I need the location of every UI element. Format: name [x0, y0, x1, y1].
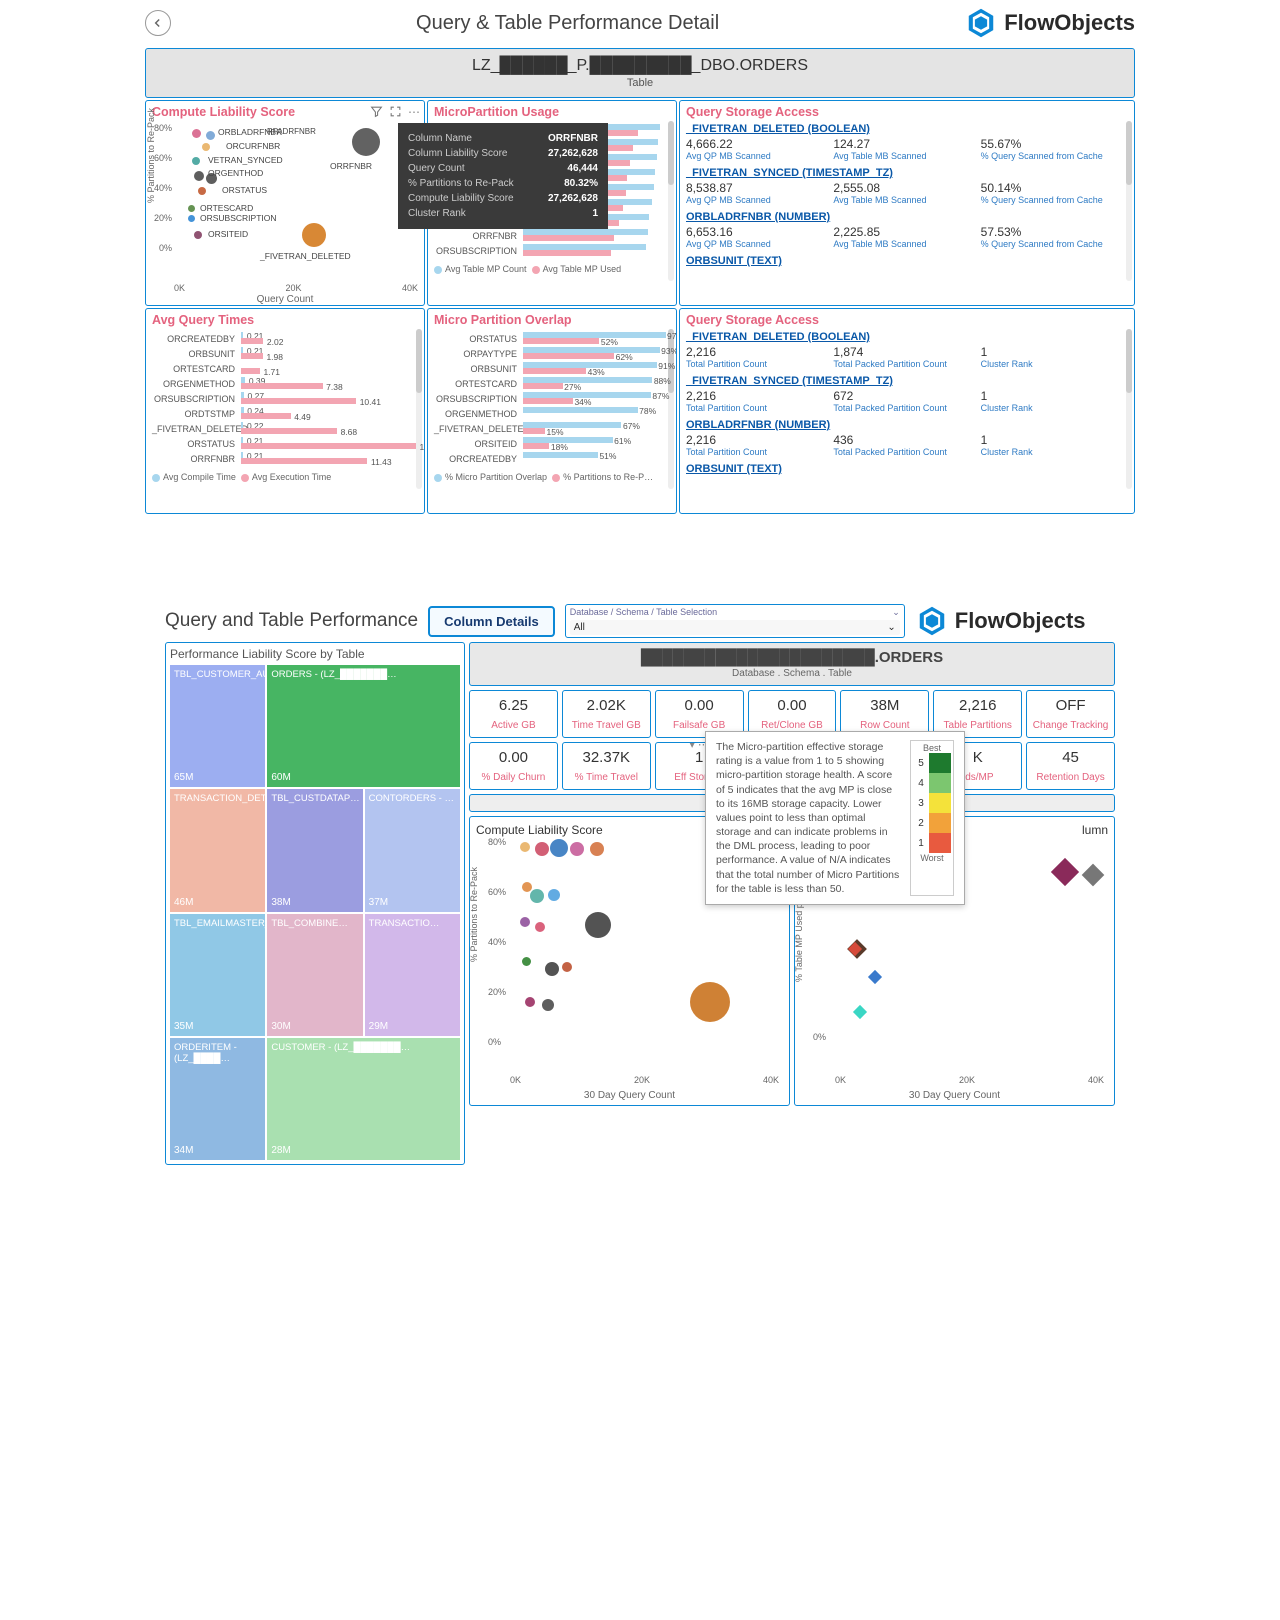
panel-title: Micro Partition Overlap — [434, 313, 670, 327]
treemap-cell[interactable]: TBL_CUSTDATAP…38M — [267, 789, 362, 911]
chart-mp-used[interactable]: lumn The Micro-partition effective stora… — [794, 816, 1115, 1106]
treemap-cell[interactable]: CUSTOMER - (LZ_███████…28M — [267, 1038, 460, 1160]
avg-times-chart[interactable]: ORCREATEDBY 0.21 2.02ORBSUNIT 0.21 1.98O… — [152, 331, 418, 466]
qsa-group-name[interactable]: _FIVETRAN_SYNCED (TIMESTAMP_TZ) — [686, 375, 1128, 387]
panel-avg-query-times: Avg Query Times ORCREATEDBY 0.21 2.02ORB… — [145, 308, 425, 514]
back-button[interactable] — [145, 10, 171, 36]
panel-title: Query Storage Access — [686, 313, 1128, 327]
treemap-cell[interactable]: ORDERS - (LZ_███████…60M — [267, 665, 460, 787]
panel-mp-overlap: Micro Partition Overlap ORSTATUS 97% 52%… — [427, 308, 677, 514]
rating-scale: Best 54321 Worst — [910, 740, 954, 896]
metric-card: 32.37K% Time Travel — [562, 742, 651, 790]
legend: Avg Table MP Count Avg Table MP Used — [434, 264, 670, 274]
treemap-cell[interactable]: TBL_CUSTOMER_AUXILIARY_P…65M — [170, 665, 265, 787]
legend: % Micro Partition Overlap % Partitions t… — [434, 472, 670, 482]
panel-qsa-1: Query Storage Access _FIVETRAN_DELETED (… — [679, 100, 1135, 306]
treemap-cell[interactable]: TRANSACTION_DET…46M — [170, 789, 265, 911]
qsa-group-name[interactable]: _FIVETRAN_DELETED (BOOLEAN) — [686, 331, 1128, 343]
qsa-group-name[interactable]: ORBSUNIT (TEXT) — [686, 463, 1128, 475]
page-title-2: Query and Table Performance — [165, 610, 418, 632]
qsa-group-name[interactable]: ORBSUNIT (TEXT) — [686, 255, 1128, 267]
scrollbar[interactable] — [1126, 121, 1132, 281]
panel-qsa-2: Query Storage Access _FIVETRAN_DELETED (… — [679, 308, 1135, 514]
treemap-cell[interactable]: TRANSACTIO…29M — [365, 914, 460, 1036]
chevron-icon: ⌄ — [892, 607, 900, 618]
table-header-bar: LZ_██████_P.█████████_DBO.ORDERS Table — [145, 48, 1135, 98]
qsa-group-name[interactable]: _FIVETRAN_DELETED (BOOLEAN) — [686, 123, 1128, 135]
page-title: Query & Table Performance Detail — [171, 12, 964, 35]
panel-compute-liability: Compute Liability Score ⋯ % Partitions t… — [145, 100, 425, 306]
bubble-tooltip: Column NameORRFNBR Column Liability Scor… — [398, 123, 608, 229]
panel-title: Avg Query Times — [152, 313, 418, 327]
table-type-label: Table — [146, 77, 1134, 89]
treemap-cell[interactable]: TBL_EMAILMASTER_CUS…35M — [170, 914, 265, 1036]
overlap-chart[interactable]: ORSTATUS 97% 52%ORPAYTYPE 93% 62%ORBSUNI… — [434, 331, 670, 466]
treemap-cell[interactable]: ORDERITEM - (LZ_████…34M — [170, 1038, 265, 1160]
panel-title: MicroPartition Usage — [434, 105, 670, 119]
table-full-name: LZ_██████_P.█████████_DBO.ORDERS — [146, 57, 1134, 75]
metric-card: 0.00% Daily Churn — [469, 742, 558, 790]
brand-logo: FlowObjects — [964, 6, 1135, 40]
panel-mp-usage: MicroPartition Usage Column NameORRFNBR … — [427, 100, 677, 306]
treemap-cell[interactable]: TBL_COMBINE…30M — [267, 914, 362, 1036]
metric-card: 45Retention Days — [1026, 742, 1115, 790]
metric-card: 6.25Active GB — [469, 690, 558, 738]
chevron-icon: ⌄ — [887, 622, 895, 633]
eff-storage-popover: The Micro-partition effective storage ra… — [705, 731, 965, 905]
scrollbar[interactable] — [1126, 329, 1132, 489]
treemap-panel: Performance Liability Score by Table TBL… — [165, 642, 465, 1165]
brand-logo: FlowObjects — [915, 604, 1086, 638]
metric-card: OFFChange Tracking — [1026, 690, 1115, 738]
legend: Avg Compile Time Avg Execution Time — [152, 472, 418, 482]
qsa-group-name[interactable]: ORBLADRFNBR (NUMBER) — [686, 211, 1128, 223]
db-header: ██████████████████████.ORDERS Database .… — [469, 642, 1115, 686]
filter-icon[interactable] — [370, 105, 383, 121]
panel-title: Performance Liability Score by Table — [170, 647, 460, 661]
column-details-button[interactable]: Column Details — [428, 606, 555, 637]
more-icon[interactable]: ⋯ — [408, 105, 420, 121]
treemap-cell[interactable]: CONTORDERS - …37M — [365, 789, 460, 911]
qsa-group-name[interactable]: _FIVETRAN_SYNCED (TIMESTAMP_TZ) — [686, 167, 1128, 179]
panel-title: Query Storage Access — [686, 105, 1128, 119]
treemap[interactable]: TBL_CUSTOMER_AUXILIARY_P…65MORDERS - (LZ… — [170, 665, 460, 1160]
bubble-chart[interactable]: % Partitions to Re-Pack 80% 60% 40% 20% … — [152, 123, 418, 291]
metric-card: 2.02KTime Travel GB — [562, 690, 651, 738]
qsa-group-name[interactable]: ORBLADRFNBR (NUMBER) — [686, 419, 1128, 431]
focus-icon[interactable] — [389, 105, 402, 121]
table-selector[interactable]: Database / Schema / Table Selection⌄ All… — [565, 604, 905, 638]
